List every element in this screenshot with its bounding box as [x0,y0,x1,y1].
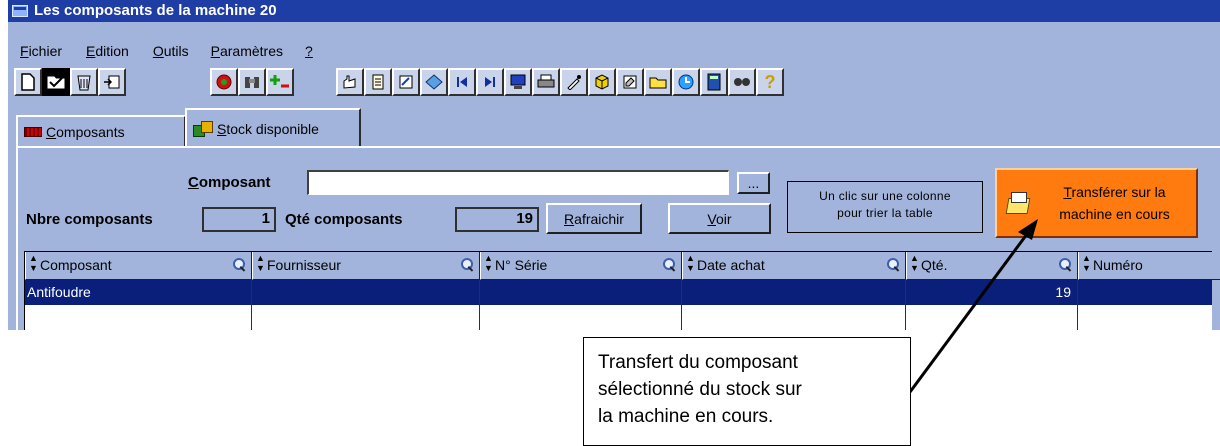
callout-line1: Transfert du composant [598,352,798,373]
annotation-callout: Transfert du composant sélectionné du st… [583,337,911,446]
callout-line2: sélectionné du stock sur [598,379,802,400]
callout-line3: la machine en cours. [598,406,774,427]
